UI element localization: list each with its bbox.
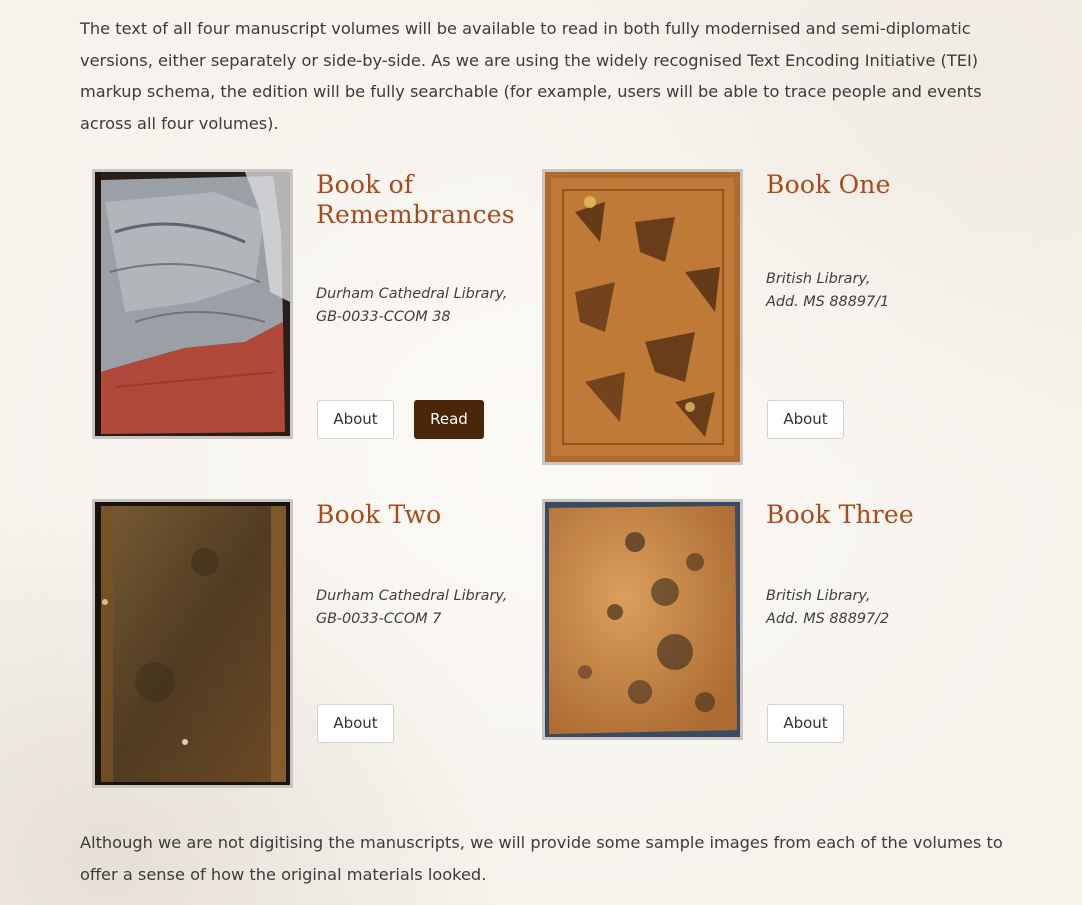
book-card-one: Book One British Library, Add. MS 88897/… bbox=[542, 169, 982, 465]
repository-line-2: GB-0033-CCOM 7 bbox=[316, 611, 442, 627]
repository-line-1: British Library, bbox=[766, 588, 871, 604]
book-card-three: Book Three British Library, Add. MS 8889… bbox=[542, 499, 982, 743]
repository-info: Durham Cathedral Library, GB-0033-CCOM 7 bbox=[316, 585, 526, 631]
repository-line-1: Durham Cathedral Library, bbox=[316, 286, 508, 302]
book-title: Book Two bbox=[316, 500, 442, 529]
book-cover-image[interactable] bbox=[542, 169, 743, 465]
repository-line-2: Add. MS 88897/1 bbox=[766, 294, 890, 310]
repository-line-1: British Library, bbox=[766, 271, 871, 287]
book-cover-image[interactable] bbox=[542, 499, 743, 740]
book-title: Book One bbox=[766, 170, 891, 199]
outro-paragraph: Although we are not digitising the manus… bbox=[80, 833, 1003, 884]
book-card-remembrances: Book of Remembrances Durham Cathedral Li… bbox=[92, 169, 532, 439]
about-button[interactable]: About bbox=[317, 400, 394, 439]
repository-line-1: Durham Cathedral Library, bbox=[316, 588, 508, 604]
repository-info: British Library, Add. MS 88897/1 bbox=[766, 268, 976, 314]
about-button[interactable]: About bbox=[767, 400, 844, 439]
book-title: Book Three bbox=[766, 500, 914, 529]
book-cover-image[interactable] bbox=[92, 499, 293, 788]
repository-info: British Library, Add. MS 88897/2 bbox=[766, 585, 976, 631]
book-cover-image[interactable] bbox=[92, 169, 293, 439]
about-button[interactable]: About bbox=[317, 704, 394, 743]
book-title: Book of Remembrances bbox=[316, 170, 515, 229]
repository-info: Durham Cathedral Library, GB-0033-CCOM 3… bbox=[316, 283, 526, 329]
repository-line-2: GB-0033-CCOM 38 bbox=[316, 309, 451, 325]
about-button[interactable]: About bbox=[767, 704, 844, 743]
read-button[interactable]: Read bbox=[414, 400, 484, 439]
book-card-two: Book Two Durham Cathedral Library, GB-00… bbox=[92, 499, 532, 788]
intro-paragraph: The text of all four manuscript volumes … bbox=[80, 19, 982, 133]
repository-line-2: Add. MS 88897/2 bbox=[766, 611, 890, 627]
